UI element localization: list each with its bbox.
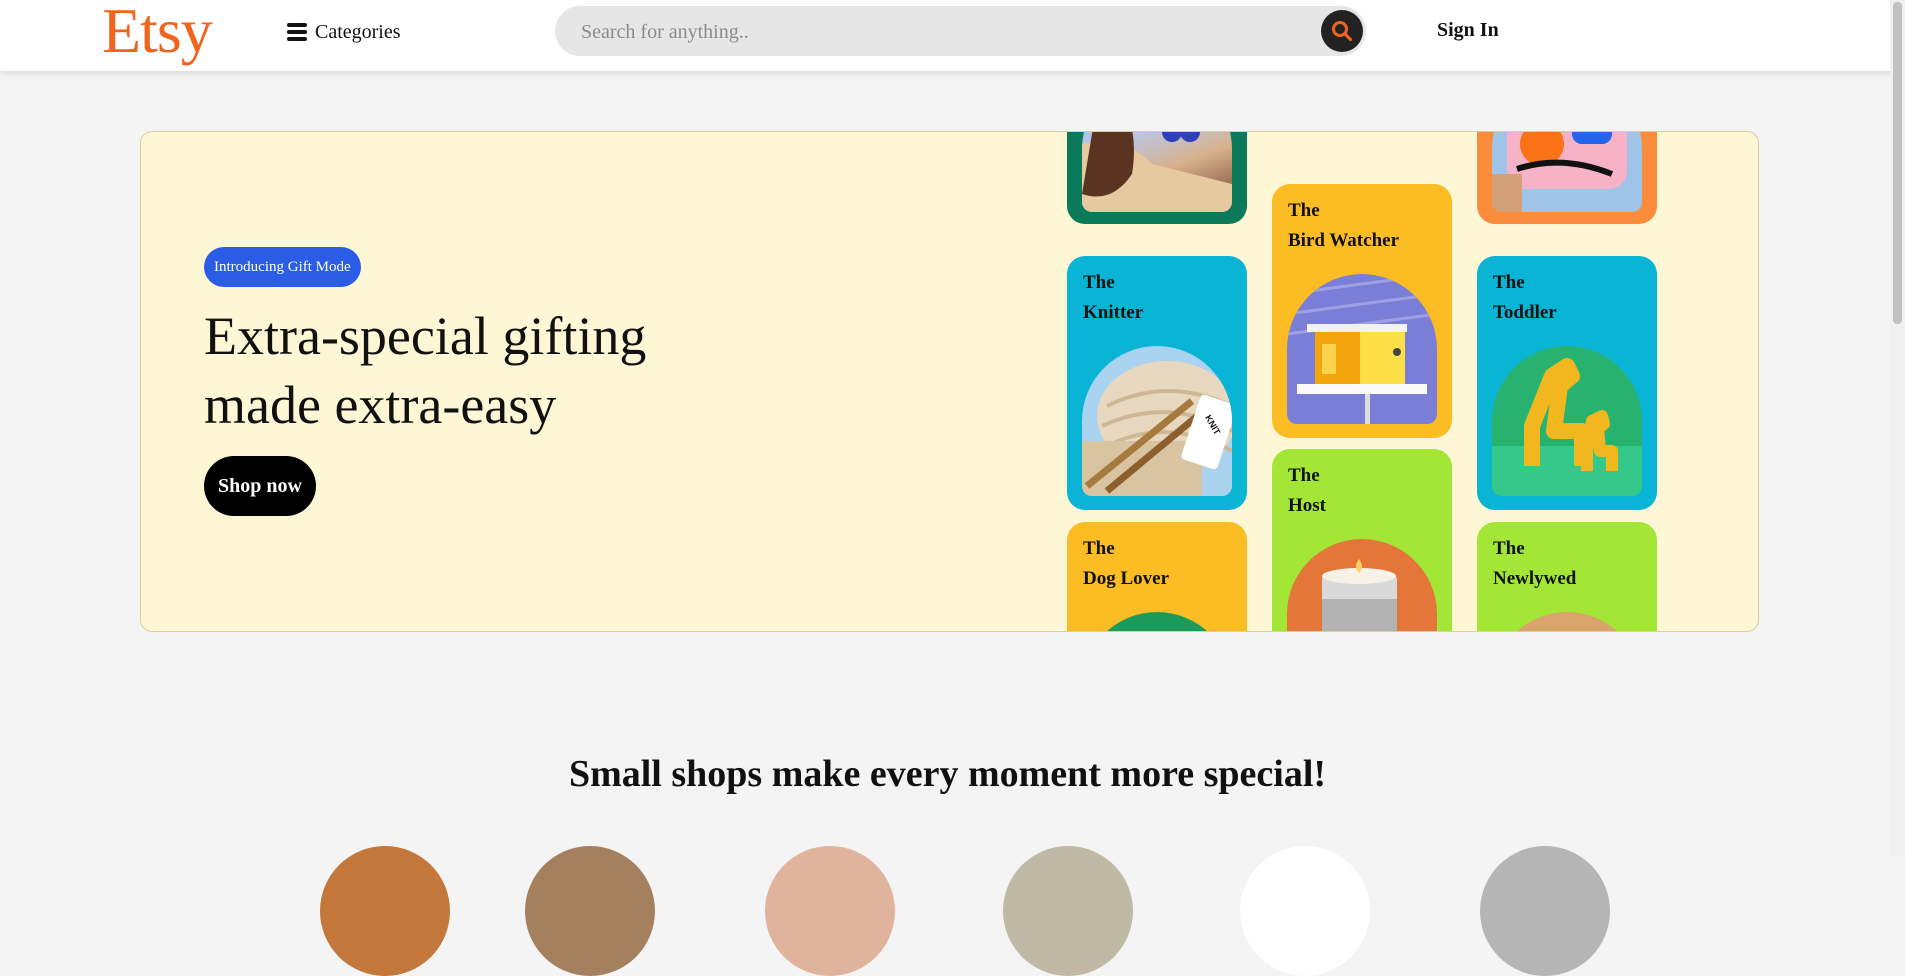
hero-headline: Extra-special gifting made extra-easy bbox=[204, 306, 647, 435]
gift-mode-banner: Introducing Gift Mode Extra-special gift… bbox=[140, 131, 1759, 632]
hamburger-icon bbox=[287, 23, 307, 41]
category-circle-1[interactable] bbox=[320, 846, 450, 976]
yarn-image: KNIT bbox=[1082, 346, 1232, 496]
person-earrings-image bbox=[1082, 132, 1232, 212]
shop-now-button[interactable]: Shop now bbox=[204, 456, 316, 516]
giraffe-image bbox=[1492, 346, 1642, 496]
card-title: The Bird Watcher bbox=[1288, 200, 1400, 251]
gift-card-toddler[interactable]: The Toddler bbox=[1477, 256, 1657, 510]
categories-menu-button[interactable]: Categories bbox=[287, 18, 401, 46]
category-circle-4[interactable] bbox=[1003, 846, 1133, 976]
giraffe-illustration bbox=[1492, 358, 1642, 496]
gift-card-top-left[interactable] bbox=[1067, 132, 1247, 224]
gift-mode-badge: Introducing Gift Mode bbox=[204, 247, 361, 287]
gift-card-dog-lover[interactable]: The Dog Lover bbox=[1067, 522, 1247, 631]
category-circle-6[interactable] bbox=[1480, 846, 1610, 976]
pillow-illustration bbox=[1492, 132, 1627, 212]
search-input[interactable] bbox=[579, 6, 1283, 58]
candle-illustration bbox=[1322, 559, 1397, 631]
search-bar bbox=[555, 6, 1366, 58]
gift-card-newlywed[interactable]: The Newlywed bbox=[1477, 522, 1657, 631]
birdhouse-image bbox=[1287, 274, 1437, 424]
gift-card-bird-watcher[interactable]: The Bird Watcher bbox=[1272, 184, 1452, 438]
yarn-illustration: KNIT bbox=[1082, 361, 1232, 496]
etsy-logo[interactable]: Etsy bbox=[102, 0, 213, 68]
section-title: Small shops make every moment more speci… bbox=[568, 753, 1327, 795]
category-circle-5[interactable] bbox=[1240, 846, 1370, 976]
category-circle-3[interactable] bbox=[765, 846, 895, 976]
category-circle-2[interactable] bbox=[525, 846, 655, 976]
candle-image bbox=[1287, 539, 1437, 631]
gift-card-knitter[interactable]: The Knitter KNIT bbox=[1067, 256, 1247, 510]
earrings-illustration bbox=[1082, 132, 1232, 212]
birdhouse-illustration bbox=[1287, 274, 1437, 424]
card-title: The Knitter bbox=[1083, 272, 1144, 323]
page-scrollbar[interactable] bbox=[1890, 0, 1905, 856]
gift-card-top-right[interactable] bbox=[1477, 132, 1657, 224]
pillow-image bbox=[1492, 132, 1642, 212]
categories-label: Categories bbox=[315, 20, 401, 43]
card-title: The Host bbox=[1288, 465, 1326, 516]
scrollbar-thumb[interactable] bbox=[1893, 2, 1902, 324]
search-icon bbox=[1332, 21, 1353, 42]
top-header: Etsy Categories Sign In bbox=[0, 0, 1905, 71]
card-title: The Dog Lover bbox=[1083, 538, 1170, 589]
search-button[interactable] bbox=[1321, 10, 1363, 52]
newlywed-image bbox=[1492, 612, 1642, 631]
gift-card-host[interactable]: The Host bbox=[1272, 449, 1452, 631]
card-title: The Toddler bbox=[1493, 272, 1557, 323]
card-title: The Newlywed bbox=[1493, 538, 1577, 589]
dog-image bbox=[1082, 612, 1232, 631]
sign-in-link[interactable]: Sign In bbox=[1437, 19, 1499, 42]
